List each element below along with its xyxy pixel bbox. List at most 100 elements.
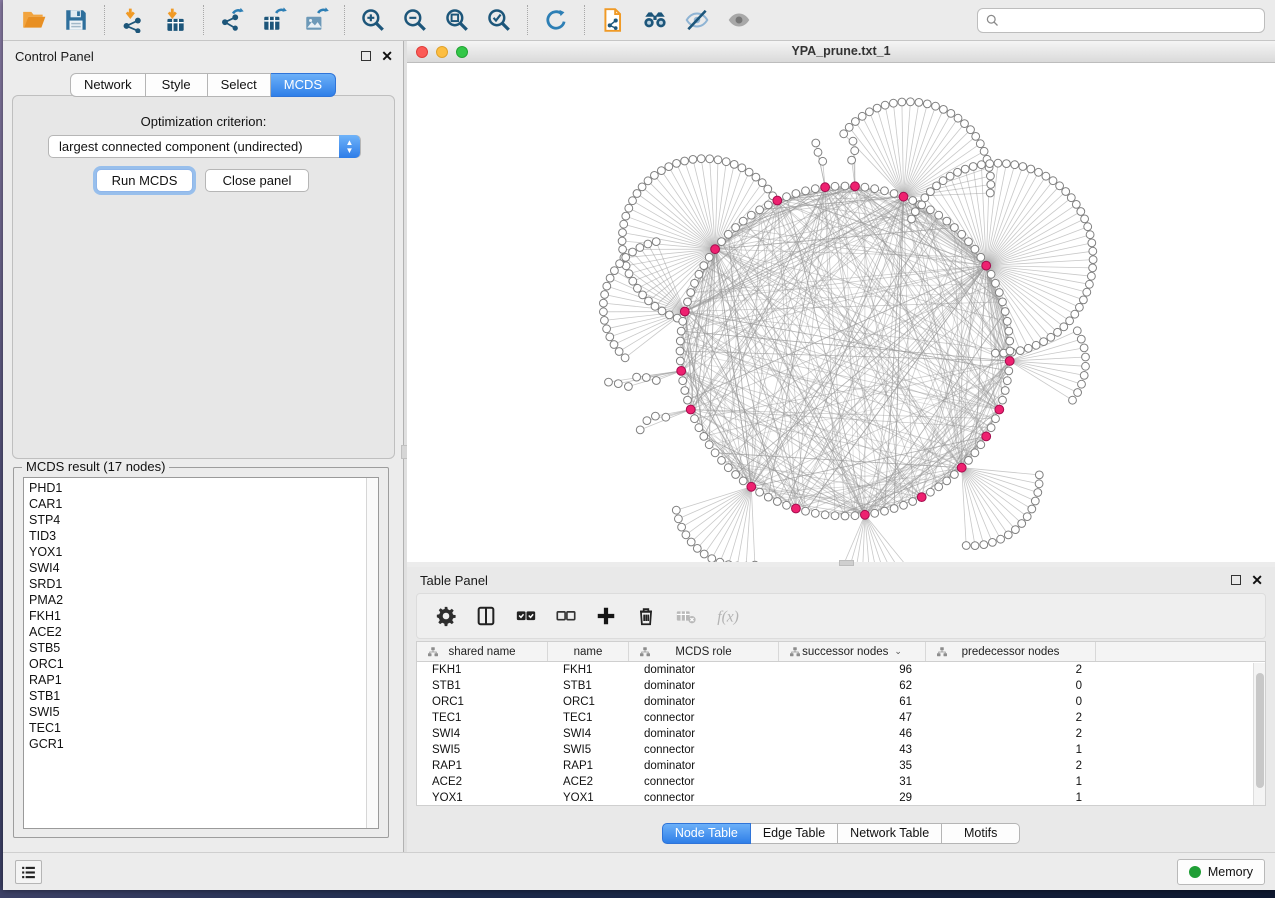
- network-node[interactable]: [1016, 347, 1024, 355]
- table-row[interactable]: RAP1RAP1dominator352: [417, 758, 1265, 774]
- network-node[interactable]: [943, 477, 951, 485]
- network-node[interactable]: [792, 190, 800, 198]
- refresh-network-button[interactable]: [535, 3, 577, 37]
- first-neighbors-button[interactable]: [634, 3, 676, 37]
- network-node[interactable]: [724, 230, 732, 238]
- network-node[interactable]: [1072, 201, 1080, 209]
- zoom-in-button[interactable]: [352, 3, 394, 37]
- network-node[interactable]: [1032, 341, 1040, 349]
- network-node[interactable]: [932, 102, 940, 110]
- network-node[interactable]: [681, 387, 689, 395]
- network-node[interactable]: [642, 374, 650, 382]
- tab-select[interactable]: Select: [208, 73, 271, 97]
- network-node[interactable]: [802, 187, 810, 195]
- mcds-hub-node[interactable]: [792, 504, 801, 513]
- network-node[interactable]: [954, 168, 962, 176]
- network-node[interactable]: [819, 157, 827, 165]
- network-node[interactable]: [871, 509, 879, 517]
- network-node[interactable]: [987, 172, 995, 180]
- network-node[interactable]: [756, 206, 764, 214]
- export-table-button[interactable]: [253, 3, 295, 37]
- network-node[interactable]: [965, 457, 973, 465]
- network-node[interactable]: [652, 238, 660, 246]
- export-image-button[interactable]: [295, 3, 337, 37]
- task-history-button[interactable]: [15, 860, 42, 884]
- network-node[interactable]: [1011, 161, 1019, 169]
- float-panel-icon[interactable]: [1231, 575, 1241, 585]
- network-node[interactable]: [714, 156, 722, 164]
- network-node[interactable]: [1082, 353, 1090, 361]
- network-node[interactable]: [629, 197, 637, 205]
- network-node[interactable]: [890, 99, 898, 107]
- network-node[interactable]: [927, 206, 935, 214]
- network-node[interactable]: [1083, 288, 1091, 296]
- network-node[interactable]: [676, 337, 684, 345]
- mcds-hub-node[interactable]: [899, 192, 908, 201]
- network-node[interactable]: [978, 161, 986, 169]
- tab-node-table[interactable]: Node Table: [662, 823, 751, 844]
- network-node[interactable]: [1006, 337, 1014, 345]
- splitter-grip[interactable]: [839, 560, 854, 566]
- network-node[interactable]: [722, 158, 730, 166]
- network-node[interactable]: [831, 512, 839, 520]
- network-node[interactable]: [915, 99, 923, 107]
- network-node[interactable]: [851, 147, 859, 155]
- hide-selected-button[interactable]: [676, 3, 718, 37]
- network-node[interactable]: [1018, 520, 1026, 528]
- network-node[interactable]: [1080, 296, 1088, 304]
- network-node[interactable]: [852, 118, 860, 126]
- table-row[interactable]: ACE2ACE2connector311: [417, 774, 1265, 790]
- mcds-result-item[interactable]: ORC1: [29, 656, 365, 672]
- network-node[interactable]: [691, 415, 699, 423]
- close-panel-icon[interactable]: ✕: [381, 51, 393, 61]
- network-node[interactable]: [603, 325, 611, 333]
- network-node[interactable]: [1089, 247, 1097, 255]
- network-node[interactable]: [935, 483, 943, 491]
- network-node[interactable]: [1024, 344, 1032, 352]
- mcds-result-item[interactable]: PMA2: [29, 592, 365, 608]
- network-node[interactable]: [605, 378, 613, 386]
- network-node[interactable]: [700, 262, 708, 270]
- network-node[interactable]: [603, 282, 611, 290]
- network-node[interactable]: [672, 506, 680, 514]
- network-from-selection-button[interactable]: [592, 3, 634, 37]
- network-node[interactable]: [756, 488, 764, 496]
- network-node[interactable]: [986, 160, 994, 168]
- network-node[interactable]: [662, 413, 670, 421]
- tab-style[interactable]: Style: [146, 73, 208, 97]
- network-node[interactable]: [773, 498, 781, 506]
- network-node[interactable]: [747, 211, 755, 219]
- memory-button[interactable]: Memory: [1177, 859, 1265, 885]
- network-node[interactable]: [1089, 264, 1097, 272]
- network-node[interactable]: [600, 308, 608, 316]
- network-node[interactable]: [935, 211, 943, 219]
- network-node[interactable]: [1078, 380, 1086, 388]
- show-all-button[interactable]: [718, 3, 760, 37]
- network-node[interactable]: [718, 457, 726, 465]
- network-node[interactable]: [700, 550, 708, 558]
- network-node[interactable]: [999, 298, 1007, 306]
- network-node[interactable]: [606, 274, 614, 282]
- network-node[interactable]: [976, 140, 984, 148]
- mcds-result-item[interactable]: SRD1: [29, 576, 365, 592]
- network-node[interactable]: [1088, 272, 1096, 280]
- network-node[interactable]: [1001, 387, 1009, 395]
- scrollbar-thumb[interactable]: [1256, 673, 1264, 788]
- network-node[interactable]: [814, 148, 822, 156]
- table-row[interactable]: FKH1FKH1dominator962: [417, 662, 1265, 678]
- mcds-result-item[interactable]: GCR1: [29, 736, 365, 752]
- network-node[interactable]: [1073, 327, 1081, 335]
- network-node[interactable]: [866, 108, 874, 116]
- network-node[interactable]: [718, 238, 726, 246]
- network-node[interactable]: [962, 542, 970, 550]
- table-row[interactable]: STB1STB1dominator620: [417, 678, 1265, 694]
- search-box[interactable]: [977, 8, 1265, 33]
- network-node[interactable]: [732, 471, 740, 479]
- network-node[interactable]: [633, 190, 641, 198]
- network-node[interactable]: [1042, 172, 1050, 180]
- network-node[interactable]: [643, 417, 651, 425]
- mcds-hub-node[interactable]: [747, 482, 756, 491]
- network-node[interactable]: [679, 317, 687, 325]
- network-node[interactable]: [738, 164, 746, 172]
- network-node[interactable]: [1069, 396, 1077, 404]
